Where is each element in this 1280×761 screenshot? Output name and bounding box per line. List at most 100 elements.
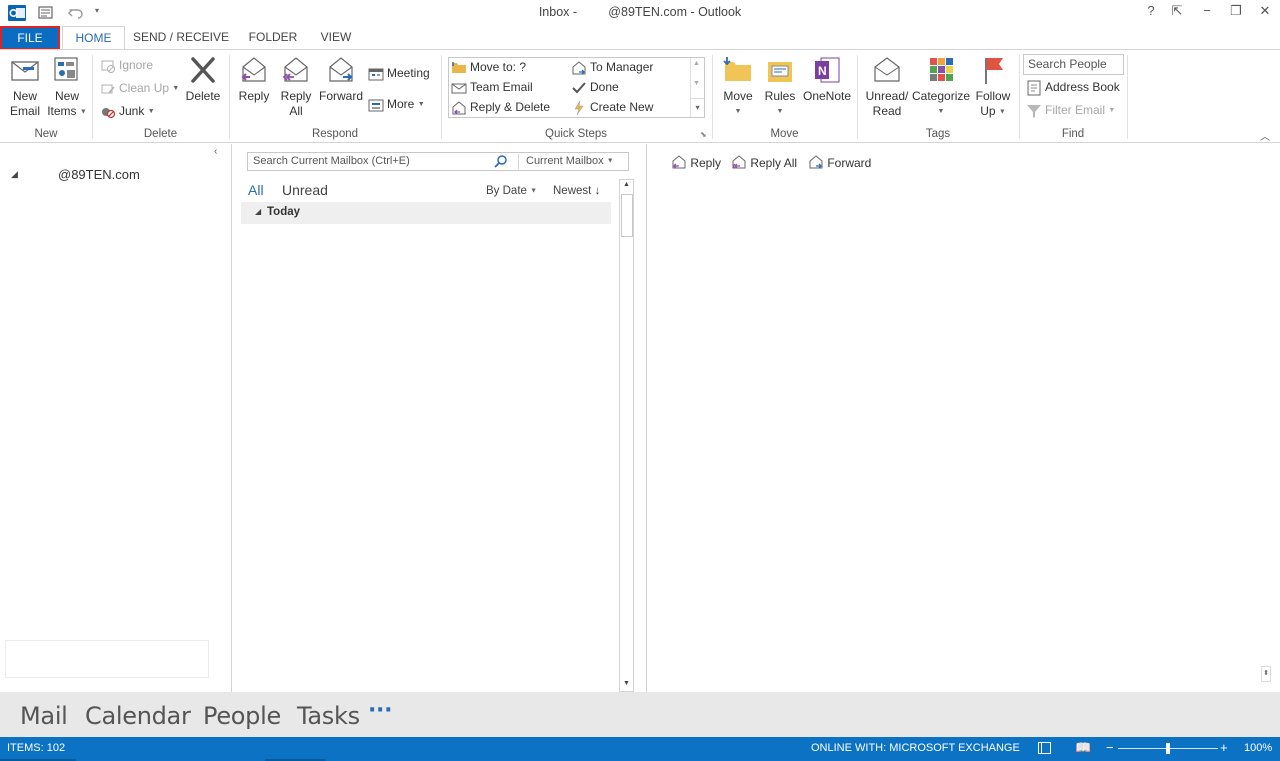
outlook-logo-icon [8, 4, 26, 22]
rules-button[interactable]: Rules ▼ [760, 54, 800, 119]
filter-unread-tab[interactable]: Unread [282, 182, 328, 198]
onenote-label: OneNote [802, 89, 852, 103]
account-name[interactable]: @89TEN.com [58, 167, 140, 182]
tab-home[interactable]: HOME [62, 26, 125, 51]
quick-step-to-manager[interactable]: To Manager [571, 58, 653, 78]
filter-email-button[interactable]: Filter Email ▼ [1026, 101, 1115, 121]
address-book-label: Address Book [1045, 80, 1120, 94]
tab-folder[interactable]: FOLDER [244, 26, 302, 50]
reading-view-icon[interactable]: 📖 [1075, 740, 1091, 756]
ignore-button[interactable]: Ignore [100, 56, 153, 76]
scroll-up-icon[interactable]: ▲ [693, 60, 700, 67]
reply-button[interactable]: Reply [235, 54, 273, 104]
scroll-down-icon[interactable]: ▼ [623, 680, 630, 687]
filter-all-tab[interactable]: All [248, 182, 264, 198]
address-book-button[interactable]: Address Book [1026, 78, 1120, 98]
follow-up-button[interactable]: Follow Up ▼ [972, 54, 1014, 119]
scroll-up-icon[interactable]: ▲ [623, 181, 630, 188]
quick-step-move-to[interactable]: Move to: ? [451, 58, 526, 78]
delete-button[interactable]: Delete [182, 54, 224, 104]
junk-button[interactable]: Junk ▼ [100, 102, 155, 122]
follow-up-label-text: Up [980, 104, 996, 118]
onenote-button[interactable]: N OneNote [802, 54, 852, 104]
quick-step-team-email-label: Team Email [470, 80, 533, 94]
clean-up-button[interactable]: Clean Up ▼ [100, 79, 179, 99]
zoom-out-button[interactable]: − [1106, 740, 1114, 755]
search-icon[interactable] [494, 154, 508, 171]
folder-pane-footer [5, 640, 209, 678]
address-book-icon [1026, 80, 1042, 96]
item-count: ITEMS: 102 [7, 742, 66, 754]
undo-icon[interactable] [67, 4, 85, 22]
more-respond-button[interactable]: More ▼ [368, 95, 425, 115]
new-email-label-2: Email [9, 104, 40, 118]
nav-more-icon[interactable]: ··· [368, 698, 392, 723]
group-separator [1019, 55, 1020, 139]
customize-qat-icon[interactable]: ▾ [95, 6, 105, 24]
scroll-down-icon[interactable]: ▼ [693, 80, 700, 87]
quick-step-reply-delete[interactable]: Reply & Delete [451, 98, 550, 118]
quick-step-create-new-label: Create New [590, 100, 654, 114]
unread-read-label-1: Unread/ [865, 89, 909, 103]
quick-step-team-email[interactable]: Team Email [451, 78, 533, 98]
meeting-button[interactable]: Meeting [368, 64, 430, 84]
move-button[interactable]: Move ▼ [718, 54, 758, 119]
reading-reply-all-button[interactable]: Reply All [731, 155, 797, 170]
quick-step-create-new[interactable]: Create New [571, 98, 653, 118]
collapse-folder-pane-icon[interactable]: ‹ [214, 146, 217, 157]
forward-button[interactable]: Forward [318, 54, 364, 104]
expand-triangle-icon[interactable]: ◢ [11, 169, 18, 180]
normal-view-icon-line [1041, 743, 1042, 753]
quick-step-done[interactable]: Done [571, 78, 619, 98]
new-email-button[interactable]: New Email [5, 54, 45, 119]
new-items-button[interactable]: New Items ▼ [47, 54, 87, 119]
nav-calendar[interactable]: Calendar [85, 702, 191, 730]
normal-view-icon[interactable] [1038, 742, 1051, 754]
categorize-button[interactable]: Categorize ▼ [912, 54, 970, 119]
sort-order-toggle[interactable]: Newest ↓ [553, 185, 600, 197]
chevron-down-icon: ▼ [147, 107, 155, 115]
group-label-delete: Delete [143, 128, 178, 140]
reply-all-button[interactable]: Reply All [277, 54, 315, 119]
unread-read-button[interactable]: Unread/ Read [862, 54, 912, 119]
search-people-input[interactable]: Search People [1023, 54, 1124, 75]
chevron-down-icon: ▼ [530, 187, 538, 195]
reading-pane-resize-icon[interactable]: ⬍ [1261, 666, 1271, 682]
collapse-ribbon-icon[interactable]: ︿ [1260, 128, 1270, 143]
ribbon-display-options-button[interactable]: ⇱ [1166, 3, 1188, 23]
collapse-triangle-icon[interactable]: ◢ [255, 207, 261, 216]
search-mailbox-box: Search Current Mailbox (Ctrl+E) Current … [247, 152, 629, 171]
tab-file[interactable]: FILE [0, 26, 60, 50]
tab-view[interactable]: VIEW [314, 26, 358, 50]
team-email-icon [451, 80, 467, 96]
reading-reply-button[interactable]: Reply [671, 155, 721, 170]
scroll-thumb[interactable] [621, 194, 633, 237]
zoom-in-button[interactable]: + [1220, 740, 1228, 755]
tab-send-receive[interactable]: SEND / RECEIVE [132, 26, 230, 50]
search-mailbox-input[interactable]: Search Current Mailbox (Ctrl+E) [253, 155, 410, 167]
reading-forward-button[interactable]: Forward [808, 155, 871, 170]
zoom-level[interactable]: 100% [1244, 742, 1272, 754]
maximize-button[interactable]: ❐ [1225, 3, 1247, 23]
clean-up-label: Clean Up [119, 81, 170, 95]
quick-steps-scroller[interactable]: ▲ ▼ ▾ [690, 58, 704, 117]
dialog-launcher-icon[interactable]: ⬊ [700, 130, 707, 139]
nav-mail[interactable]: Mail [20, 702, 68, 730]
send-receive-icon[interactable] [37, 4, 55, 22]
message-list-scrollbar[interactable]: ▲ ▼ [619, 179, 634, 692]
gallery-expand-icon[interactable]: ▾ [691, 98, 704, 117]
to-manager-icon [571, 60, 587, 76]
meeting-label: Meeting [387, 66, 430, 80]
nav-people[interactable]: People [203, 702, 281, 730]
more-respond-label: More [387, 97, 415, 111]
group-label-tags: Tags [925, 128, 951, 140]
message-list-pane: Search Current Mailbox (Ctrl+E) Current … [231, 144, 636, 692]
close-button[interactable]: ✕ [1254, 3, 1276, 23]
sort-by-dropdown[interactable]: By Date ▼ [486, 185, 537, 197]
group-header-today[interactable]: ◢ Today [241, 202, 611, 224]
nav-tasks[interactable]: Tasks [297, 702, 360, 730]
help-button[interactable]: ? [1140, 3, 1162, 23]
zoom-slider-thumb[interactable] [1166, 743, 1170, 754]
minimize-button[interactable]: − [1196, 3, 1218, 23]
search-scope-dropdown[interactable]: Current Mailbox ▼ [526, 155, 614, 167]
